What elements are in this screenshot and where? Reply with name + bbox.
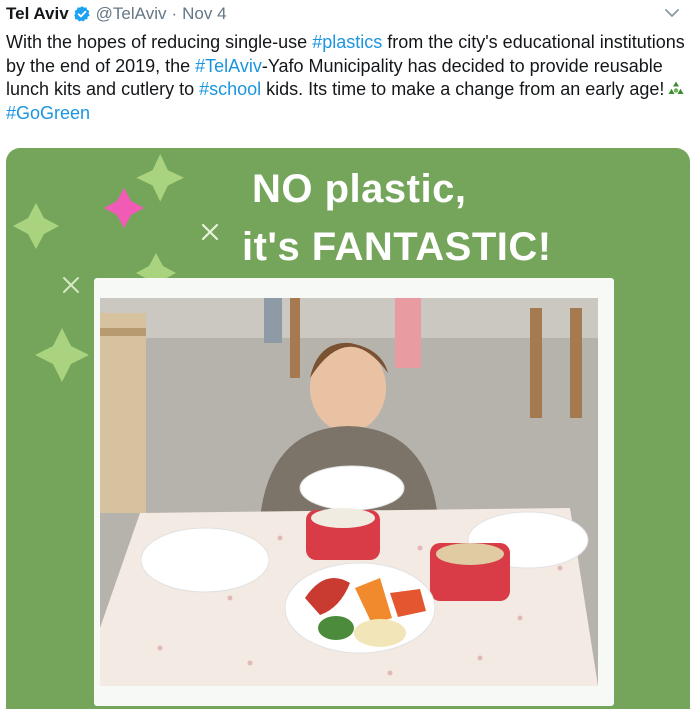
hashtag-telaviv-link[interactable]: #TelAviv bbox=[195, 56, 262, 76]
chevron-down-icon[interactable] bbox=[662, 5, 682, 21]
headline-line-2: it's FANTASTIC! bbox=[242, 225, 552, 269]
classroom-photo bbox=[100, 298, 598, 686]
tweet-date[interactable]: Nov 4 bbox=[182, 4, 226, 24]
hashtag-school-link[interactable]: #school bbox=[199, 79, 261, 99]
tweet-text-part: kids. Its time to make a change from an … bbox=[261, 79, 665, 100]
author-handle[interactable]: @TelAviv bbox=[96, 4, 167, 24]
verified-badge-icon bbox=[73, 5, 91, 23]
tweet-text-part: With the hopes of reducing single-use bbox=[6, 32, 313, 52]
tweet-image[interactable]: NO plastic, it's FANTASTIC! bbox=[6, 148, 690, 709]
hashtag-gogreen-link[interactable]: #GoGreen bbox=[6, 103, 90, 123]
hashtag-plastics-link[interactable]: #plastics bbox=[312, 32, 382, 52]
tweet-card[interactable]: Tel Aviv @TelAviv · Nov 4 With the hopes… bbox=[0, 0, 696, 709]
image-headline: NO plastic, it's FANTASTIC! bbox=[242, 160, 622, 276]
tweet-header: Tel Aviv @TelAviv · Nov 4 bbox=[6, 2, 227, 26]
recycle-emoji-icon bbox=[666, 80, 686, 98]
header-separator: · bbox=[171, 4, 178, 23]
author-name[interactable]: Tel Aviv bbox=[6, 4, 69, 24]
tweet-text: With the hopes of reducing single-use #p… bbox=[6, 31, 690, 125]
headline-line-1: NO plastic, bbox=[252, 167, 467, 211]
